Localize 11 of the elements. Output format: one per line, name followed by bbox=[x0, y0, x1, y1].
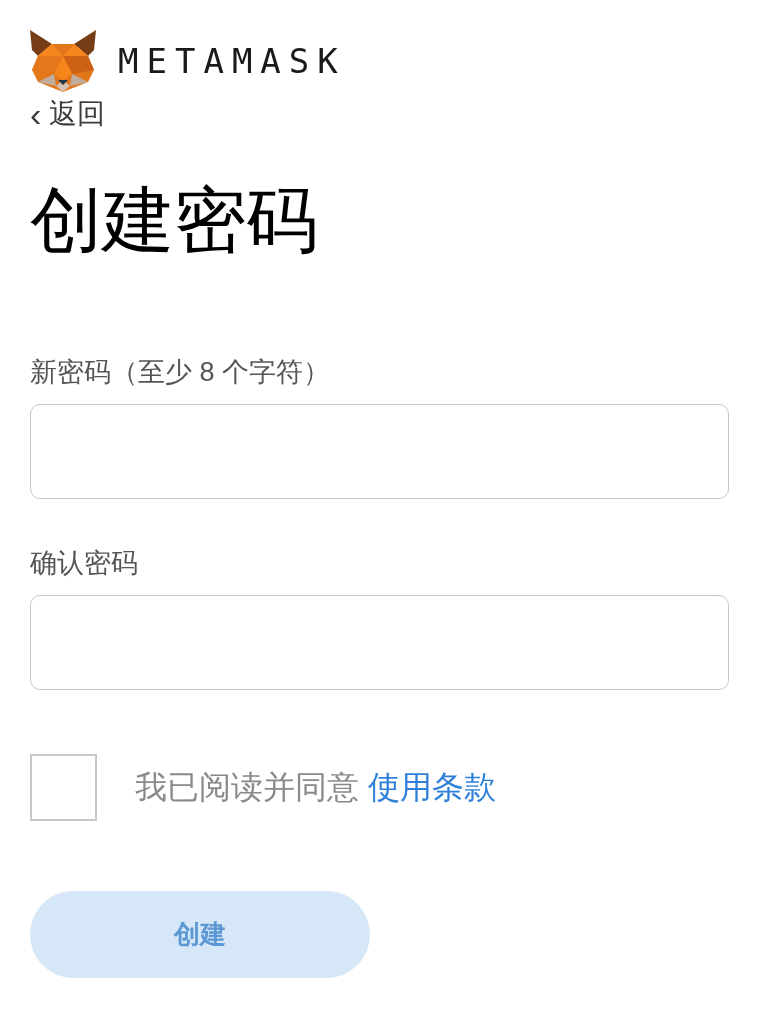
fox-logo-icon bbox=[30, 30, 96, 92]
page-title: 创建密码 bbox=[30, 179, 318, 262]
terms-checkbox[interactable] bbox=[30, 754, 97, 821]
password-field[interactable] bbox=[30, 595, 729, 690]
terms-text: 我已阅读并同意 使用条款 bbox=[135, 767, 496, 807]
password-field[interactable] bbox=[30, 404, 729, 499]
back-link[interactable]: ‹ 返回 bbox=[30, 94, 106, 134]
field-label: 新密码（至少 8 个字符） bbox=[30, 356, 331, 389]
field-label: 确认密码 bbox=[30, 547, 138, 580]
terms-link[interactable]: 使用条款 bbox=[367, 768, 496, 805]
brand-wordmark: METAMASK bbox=[118, 41, 346, 81]
